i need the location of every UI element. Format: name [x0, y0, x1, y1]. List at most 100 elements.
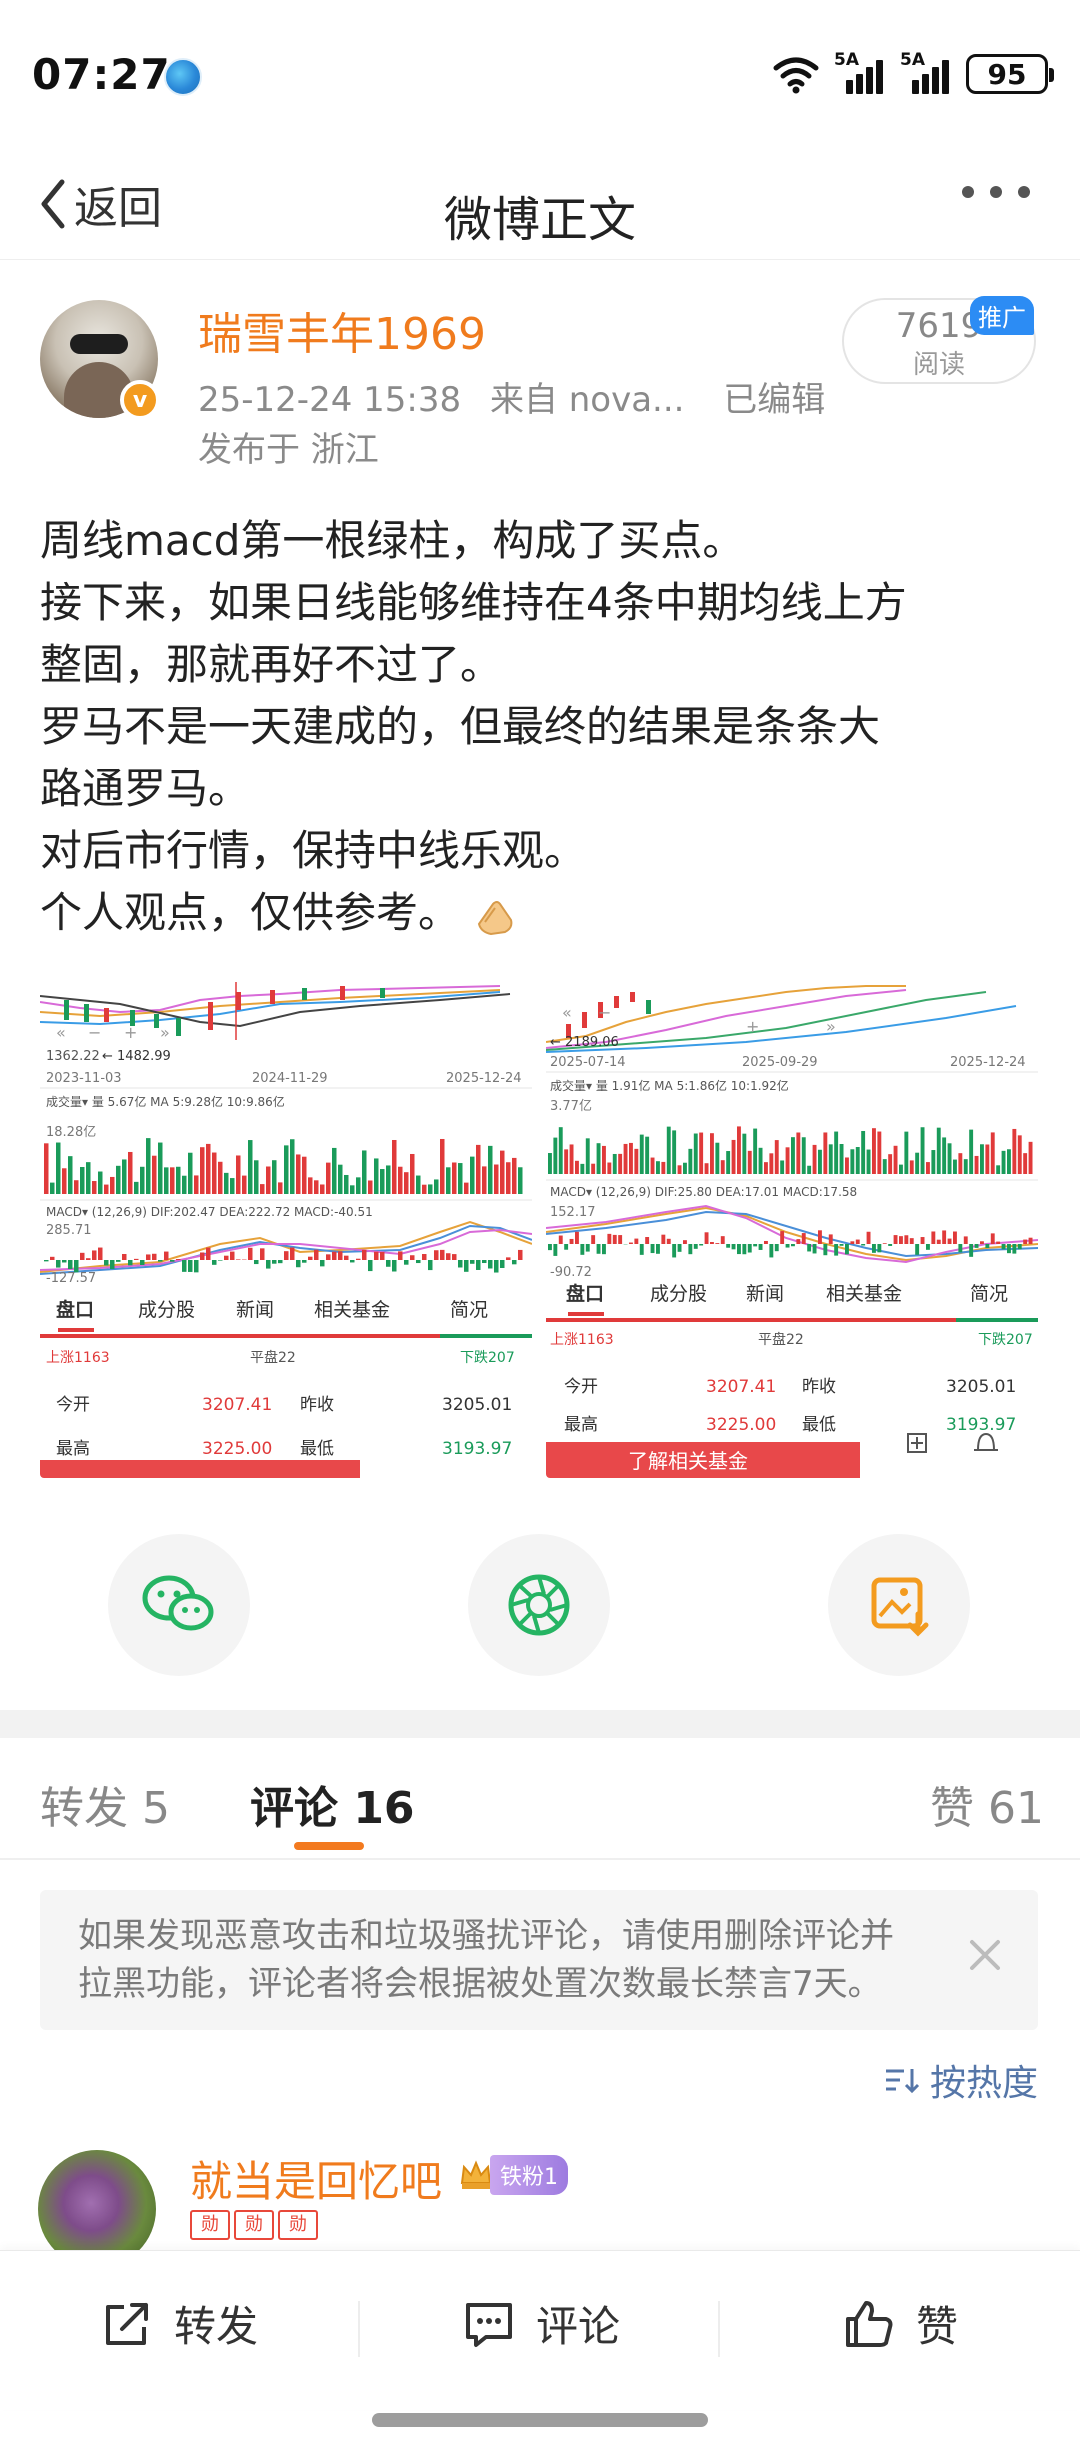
volume-bar	[607, 1162, 612, 1174]
macd-bar	[434, 1250, 439, 1260]
macd-bar	[850, 1241, 855, 1244]
volume-bar	[86, 1162, 91, 1194]
close-icon[interactable]	[962, 1932, 1008, 1978]
volume-bar	[807, 1165, 812, 1174]
volume-bar	[260, 1184, 265, 1194]
volume-bar	[92, 1181, 97, 1194]
macd-bar	[122, 1253, 127, 1260]
macd-bar	[98, 1247, 103, 1260]
macd-bar	[176, 1259, 181, 1260]
macd-bar	[104, 1260, 109, 1266]
repost-button[interactable]: 转发	[100, 2293, 258, 2354]
quote-label: 最低	[802, 1415, 836, 1435]
volume-bar	[548, 1153, 552, 1174]
volume-bar	[996, 1165, 1001, 1174]
tab-like[interactable]: 赞 61	[930, 1772, 1044, 1836]
comment-notice: 如果发现恶意攻击和垃圾骚扰评论，请使用删除评论并拉黑功能，评论者将会根据被处置次…	[40, 1890, 1038, 2030]
macd-bar	[374, 1251, 379, 1260]
macd-bar	[410, 1255, 415, 1260]
tab-repost[interactable]: 转发 5	[40, 1772, 170, 1836]
save-image-button[interactable]	[828, 1534, 970, 1676]
sort-button[interactable]: 按热度	[884, 2054, 1038, 2106]
volume-bar	[726, 1151, 731, 1174]
volume-bar	[476, 1144, 481, 1194]
macd-bar	[791, 1244, 795, 1247]
volume-bar	[623, 1143, 628, 1174]
home-indicator[interactable]	[372, 2413, 708, 2427]
tab-label[interactable]: 成分股	[650, 1283, 707, 1305]
macd-bar	[629, 1242, 633, 1244]
volume-bar	[392, 1139, 397, 1194]
tab-comment[interactable]: 评论 16	[250, 1772, 415, 1836]
macd-bar	[666, 1238, 671, 1244]
macd-bar	[386, 1260, 391, 1267]
volume-bar	[512, 1157, 517, 1194]
comment-icon	[466, 2302, 512, 2347]
price-mark-label: ← 2189.06	[550, 1035, 619, 1050]
tab-label[interactable]: 相关基金	[314, 1299, 390, 1321]
macd-bar	[500, 1260, 505, 1268]
promote-tag[interactable]: 推广	[970, 296, 1034, 335]
volume-bar	[344, 1174, 349, 1194]
volume-bar	[416, 1175, 421, 1194]
signal-icon-1: 5A	[834, 50, 886, 94]
volume-bar	[374, 1158, 379, 1194]
macd-bar	[398, 1251, 403, 1260]
volume-bar	[639, 1134, 644, 1174]
share-moments-button[interactable]	[468, 1534, 610, 1676]
macd-bar	[368, 1260, 373, 1272]
volume-bar	[942, 1137, 947, 1174]
quote-label: 今开	[564, 1377, 598, 1397]
volume-bar	[688, 1148, 693, 1174]
macd-bar	[785, 1244, 790, 1248]
macd-bar	[553, 1244, 558, 1256]
author-name[interactable]: 瑞雪丰年1969	[198, 298, 486, 362]
tab-label[interactable]: 盘口	[56, 1298, 94, 1321]
fund-cta-button[interactable]: 了解相关基金	[628, 1449, 748, 1473]
macd-bar	[440, 1249, 445, 1260]
tab-label[interactable]: 相关基金	[826, 1283, 902, 1305]
volume-bar	[338, 1164, 343, 1194]
tab-label[interactable]: 新闻	[236, 1299, 274, 1321]
volume-bar	[855, 1147, 860, 1174]
volume-bar	[899, 1164, 903, 1174]
tab-label[interactable]: 成分股	[138, 1299, 195, 1321]
fan-badge[interactable]: 铁粉1	[458, 2155, 568, 2195]
svg-text:+: +	[124, 1023, 137, 1042]
comment-button[interactable]: 评论	[462, 2293, 620, 2354]
like-button[interactable]: 赞	[842, 2293, 958, 2354]
macd-bar	[634, 1238, 639, 1244]
volume-bar	[888, 1154, 893, 1174]
app-notification-icon	[164, 58, 202, 96]
macd-bar	[742, 1244, 747, 1255]
medal-row: 勋 勋 勋	[190, 2210, 318, 2240]
tab-label[interactable]: 简况	[450, 1299, 488, 1321]
macd-bar	[488, 1260, 493, 1269]
post-image-1[interactable]: « − + » 1362.22 ← 1482.99 2023-11-03 2024-1…	[40, 982, 532, 1478]
thumbs-up-icon	[846, 2300, 893, 2347]
macd-bar	[828, 1234, 833, 1244]
tab-label[interactable]: 新闻	[746, 1283, 784, 1305]
quote-label: 昨收	[802, 1377, 836, 1397]
macd-bar	[807, 1244, 812, 1252]
tab-label[interactable]: 简况	[970, 1283, 1008, 1305]
breadth-flat: 平盘22	[758, 1331, 804, 1348]
price-low-label: 1362.22	[46, 1049, 100, 1064]
post-image-2[interactable]: « − + » ← 2189.06 2025-07-14 2025-09-29 202…	[546, 982, 1038, 1478]
macd-bar	[645, 1237, 650, 1244]
read-count-pill[interactable]: 7619 阅读 推广	[842, 296, 1036, 384]
macd-bar	[920, 1237, 925, 1244]
commenter-name[interactable]: 就当是回忆吧	[190, 2148, 442, 2209]
post-source[interactable]: 来自 nova...	[490, 380, 685, 420]
macd-bar	[56, 1260, 61, 1268]
more-options-icon[interactable]	[962, 186, 1030, 198]
edited-label[interactable]: 已编辑	[723, 380, 825, 420]
macd-bar	[248, 1247, 253, 1260]
tab-indicator	[294, 1842, 364, 1850]
tab-label[interactable]: 盘口	[566, 1282, 604, 1305]
macd-bar	[338, 1251, 343, 1260]
volume-bar	[774, 1140, 779, 1174]
share-wechat-button[interactable]	[108, 1534, 250, 1676]
macd-bar	[140, 1260, 145, 1265]
volume-bar	[308, 1177, 313, 1194]
